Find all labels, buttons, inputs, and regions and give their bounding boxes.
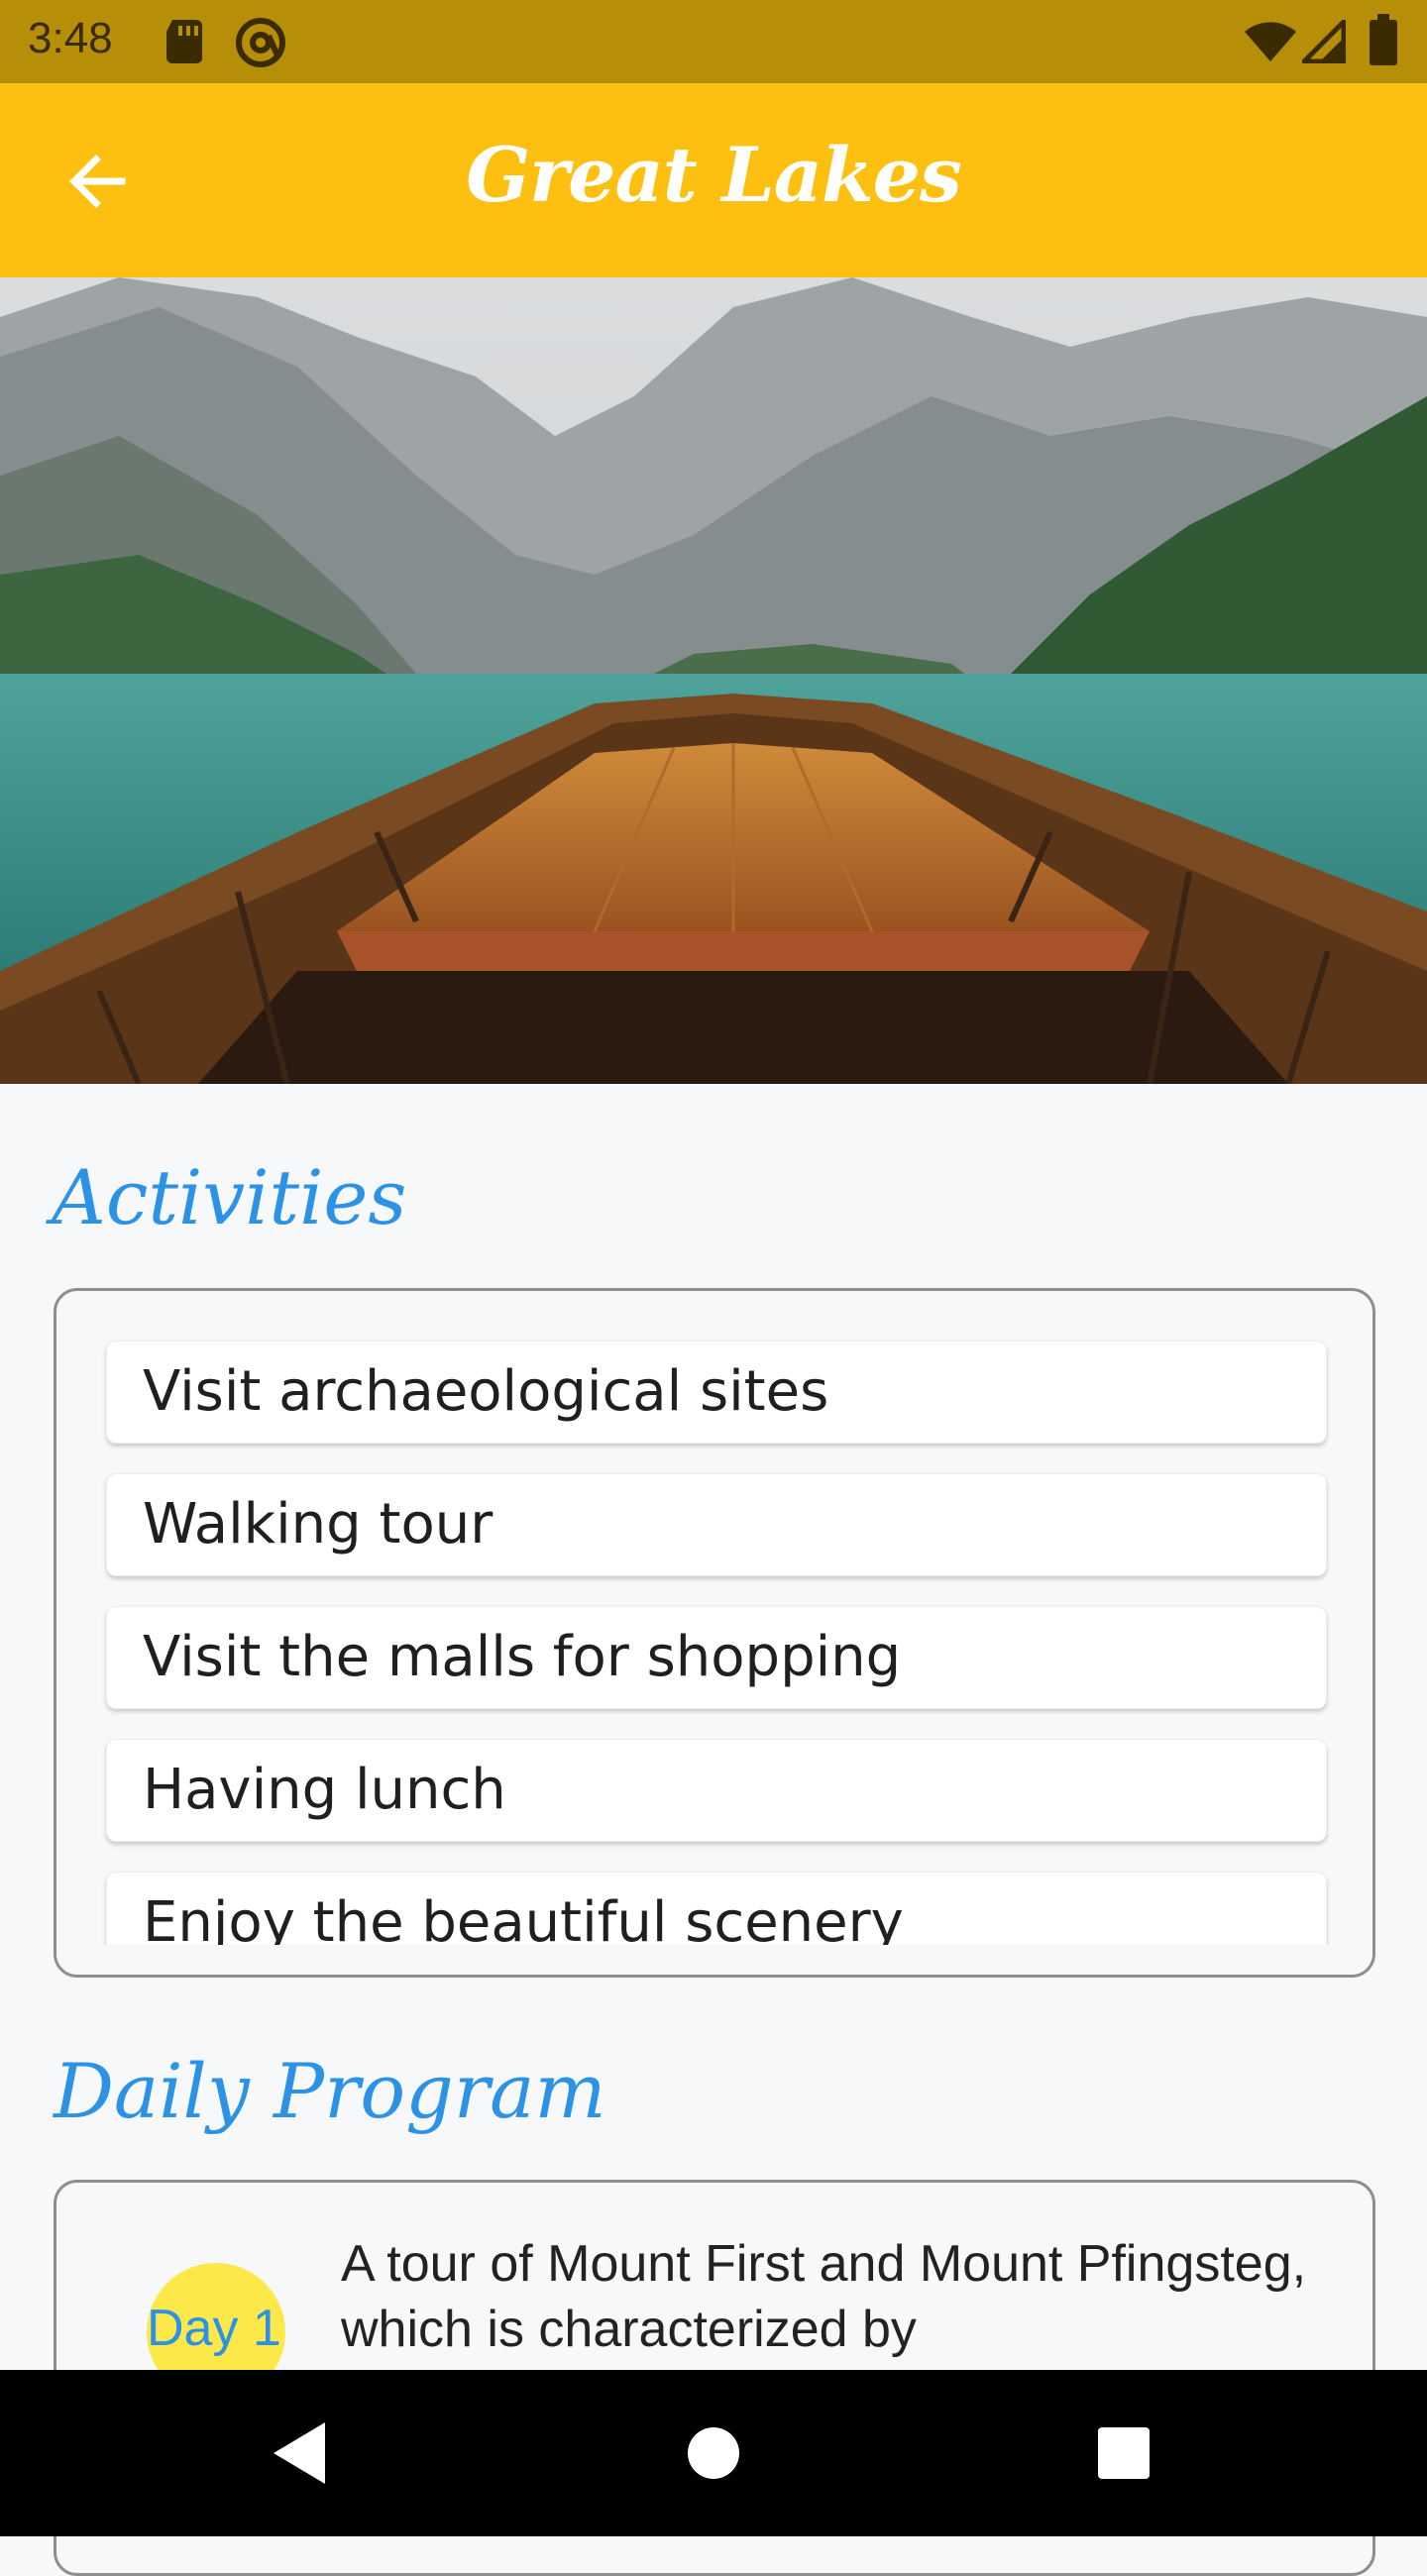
nav-back-button[interactable]	[220, 2370, 379, 2536]
at-sign-icon	[234, 16, 287, 73]
daily-program-heading: Daily Program	[54, 2047, 606, 2135]
nav-home-button[interactable]	[634, 2370, 793, 2536]
cellular-signal-icon	[1297, 15, 1347, 67]
status-bar: 3:48	[0, 0, 1427, 83]
hero-image	[0, 277, 1427, 1084]
back-triangle-icon	[274, 2422, 325, 2484]
recents-square-icon	[1098, 2427, 1150, 2479]
wifi-icon	[1243, 20, 1298, 67]
day-description: A tour of Mount First and Mount Pfingste…	[341, 2235, 1307, 2358]
list-item[interactable]: Having lunch	[106, 1739, 1327, 1842]
activities-heading: Activities	[52, 1153, 407, 1241]
sd-card-icon	[165, 18, 204, 69]
status-time: 3:48	[28, 14, 113, 62]
activity-label: Having lunch	[143, 1758, 506, 1822]
day-label: Day 1	[147, 2300, 281, 2357]
app-bar: Great Lakes	[0, 83, 1427, 277]
list-item[interactable]: Walking tour	[106, 1473, 1327, 1576]
battery-icon	[1370, 14, 1397, 69]
activities-list[interactable]: Visit archaeological sites Walking tour …	[54, 1288, 1375, 1978]
activity-label: Walking tour	[143, 1492, 494, 1556]
activity-label: Visit archaeological sites	[143, 1359, 829, 1424]
list-item[interactable]: Visit archaeological sites	[106, 1341, 1327, 1444]
activity-label: Visit the malls for shopping	[143, 1625, 902, 1689]
list-clip	[56, 1945, 1372, 1975]
page-title: Great Lakes	[466, 131, 962, 219]
nav-recents-button[interactable]	[1044, 2370, 1203, 2536]
list-item[interactable]: Visit the malls for shopping	[106, 1606, 1327, 1709]
system-nav-bar	[0, 2370, 1427, 2536]
home-circle-icon	[688, 2427, 739, 2479]
